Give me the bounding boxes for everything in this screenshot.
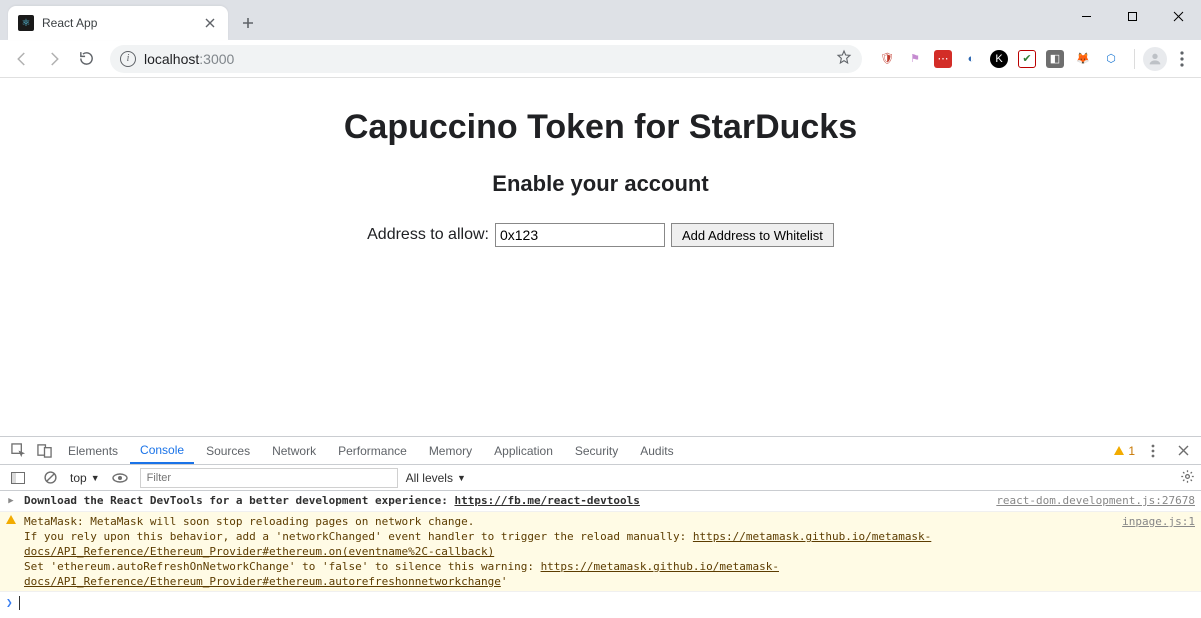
extension-circle-g-icon[interactable]: ◐ [962,50,980,68]
console-settings-icon[interactable] [1180,469,1195,487]
page-title: Capuccino Token for StarDucks [0,108,1201,147]
inspect-element-icon[interactable] [6,439,30,463]
chrome-menu-button[interactable] [1171,45,1193,73]
forward-button[interactable] [40,45,68,73]
address-label: Address to allow: [367,226,489,244]
devtools-tab-application[interactable]: Application [484,437,563,464]
devtools-tab-network[interactable]: Network [262,437,326,464]
console-prompt[interactable]: ❯ [0,592,1201,613]
extension-flag-icon[interactable]: ⚑ [906,50,924,68]
console-log-row: MetaMask: MetaMask will soon stop reload… [0,512,1201,592]
devtools-panel: ElementsConsoleSourcesNetworkPerformance… [0,436,1201,618]
devtools-tab-performance[interactable]: Performance [328,437,417,464]
live-expression-icon[interactable] [108,466,132,490]
extension-k-badge-icon[interactable]: K [990,50,1008,68]
console-log-source[interactable]: react-dom.development.js:27678 [996,493,1195,508]
log-levels-selector[interactable]: All levels▼ [406,471,466,485]
add-whitelist-button[interactable]: Add Address to Whitelist [671,223,834,247]
page-content: Capuccino Token for StarDucks Enable you… [0,78,1201,436]
console-sidebar-toggle-icon[interactable] [6,466,30,490]
warnings-badge[interactable]: 1 [1114,444,1135,458]
window-maximize-button[interactable] [1109,0,1155,32]
console-filter-input[interactable] [140,468,398,488]
warning-triangle-icon [1114,446,1124,455]
extension-metamask-icon[interactable]: 🦊 [1074,50,1092,68]
extensions-row: 🛡 ⚑ ⋯ ◐ K ✔ ◧ 🦊 ⬡ [872,50,1126,68]
console-link[interactable]: https://metamask.github.io/metamask-docs… [24,530,931,558]
console-link[interactable]: https://metamask.github.io/metamask-docs… [24,560,779,588]
console-log-row: ▶ Download the React DevTools for a bette… [0,491,1201,512]
site-info-icon[interactable]: i [120,51,136,67]
address-toolbar: i localhost:3000 🛡 ⚑ ⋯ ◐ K ✔ ◧ 🦊 ⬡ [0,40,1201,78]
tab-close-button[interactable] [202,15,218,31]
new-tab-button[interactable] [234,9,262,37]
console-log-text: Download the React DevTools for a better… [24,493,990,509]
address-input[interactable] [495,223,665,247]
extension-hex-icon[interactable]: ⬡ [1102,50,1120,68]
context-selector[interactable]: top▼ [70,471,100,485]
window-close-button[interactable] [1155,0,1201,32]
console-output[interactable]: ▶ Download the React DevTools for a bette… [0,491,1201,618]
extension-cube-icon[interactable]: ◧ [1046,50,1064,68]
console-toolbar: top▼ All levels▼ [0,465,1201,491]
url-text: localhost:3000 [144,51,828,67]
devtools-tab-elements[interactable]: Elements [58,437,128,464]
tab-title: React App [42,16,194,30]
page-subtitle: Enable your account [0,171,1201,197]
toolbar-divider [1134,49,1135,69]
device-toolbar-icon[interactable] [32,439,56,463]
devtools-tab-security[interactable]: Security [565,437,628,464]
browser-tab[interactable]: ⚛ React App [8,6,228,40]
whitelist-form: Address to allow: Add Address to Whiteli… [0,223,1201,247]
extension-lastpass-icon[interactable]: ⋯ [934,50,952,68]
bookmark-star-icon[interactable] [836,49,852,68]
devtools-tab-audits[interactable]: Audits [630,437,683,464]
extension-ublock-icon[interactable]: 🛡 [878,50,896,68]
devtools-tabbar: ElementsConsoleSourcesNetworkPerformance… [0,437,1201,465]
profile-avatar-button[interactable] [1143,47,1167,71]
omnibox[interactable]: i localhost:3000 [110,45,862,73]
extension-checkmark-icon[interactable]: ✔ [1018,50,1036,68]
devtools-tab-sources[interactable]: Sources [196,437,260,464]
reload-button[interactable] [72,45,100,73]
clear-console-icon[interactable] [38,466,62,490]
devtools-tab-console[interactable]: Console [130,437,194,464]
back-button[interactable] [8,45,36,73]
console-link[interactable]: https://fb.me/react-devtools [454,494,639,507]
console-log-source[interactable]: inpage.js:1 [1122,514,1195,529]
warning-icon [4,514,18,589]
window-controls [1063,0,1201,32]
tab-strip: ⚛ React App [0,0,1201,40]
react-favicon-icon: ⚛ [18,15,34,31]
browser-window: ⚛ React App i localhost:3000 [0,0,1201,618]
devtools-close-button[interactable] [1171,439,1195,463]
log-caret-icon: ▶ [4,493,18,509]
window-minimize-button[interactable] [1063,0,1109,32]
devtools-menu-button[interactable] [1141,439,1165,463]
devtools-tab-memory[interactable]: Memory [419,437,482,464]
console-log-text: MetaMask: MetaMask will soon stop reload… [24,514,1116,589]
